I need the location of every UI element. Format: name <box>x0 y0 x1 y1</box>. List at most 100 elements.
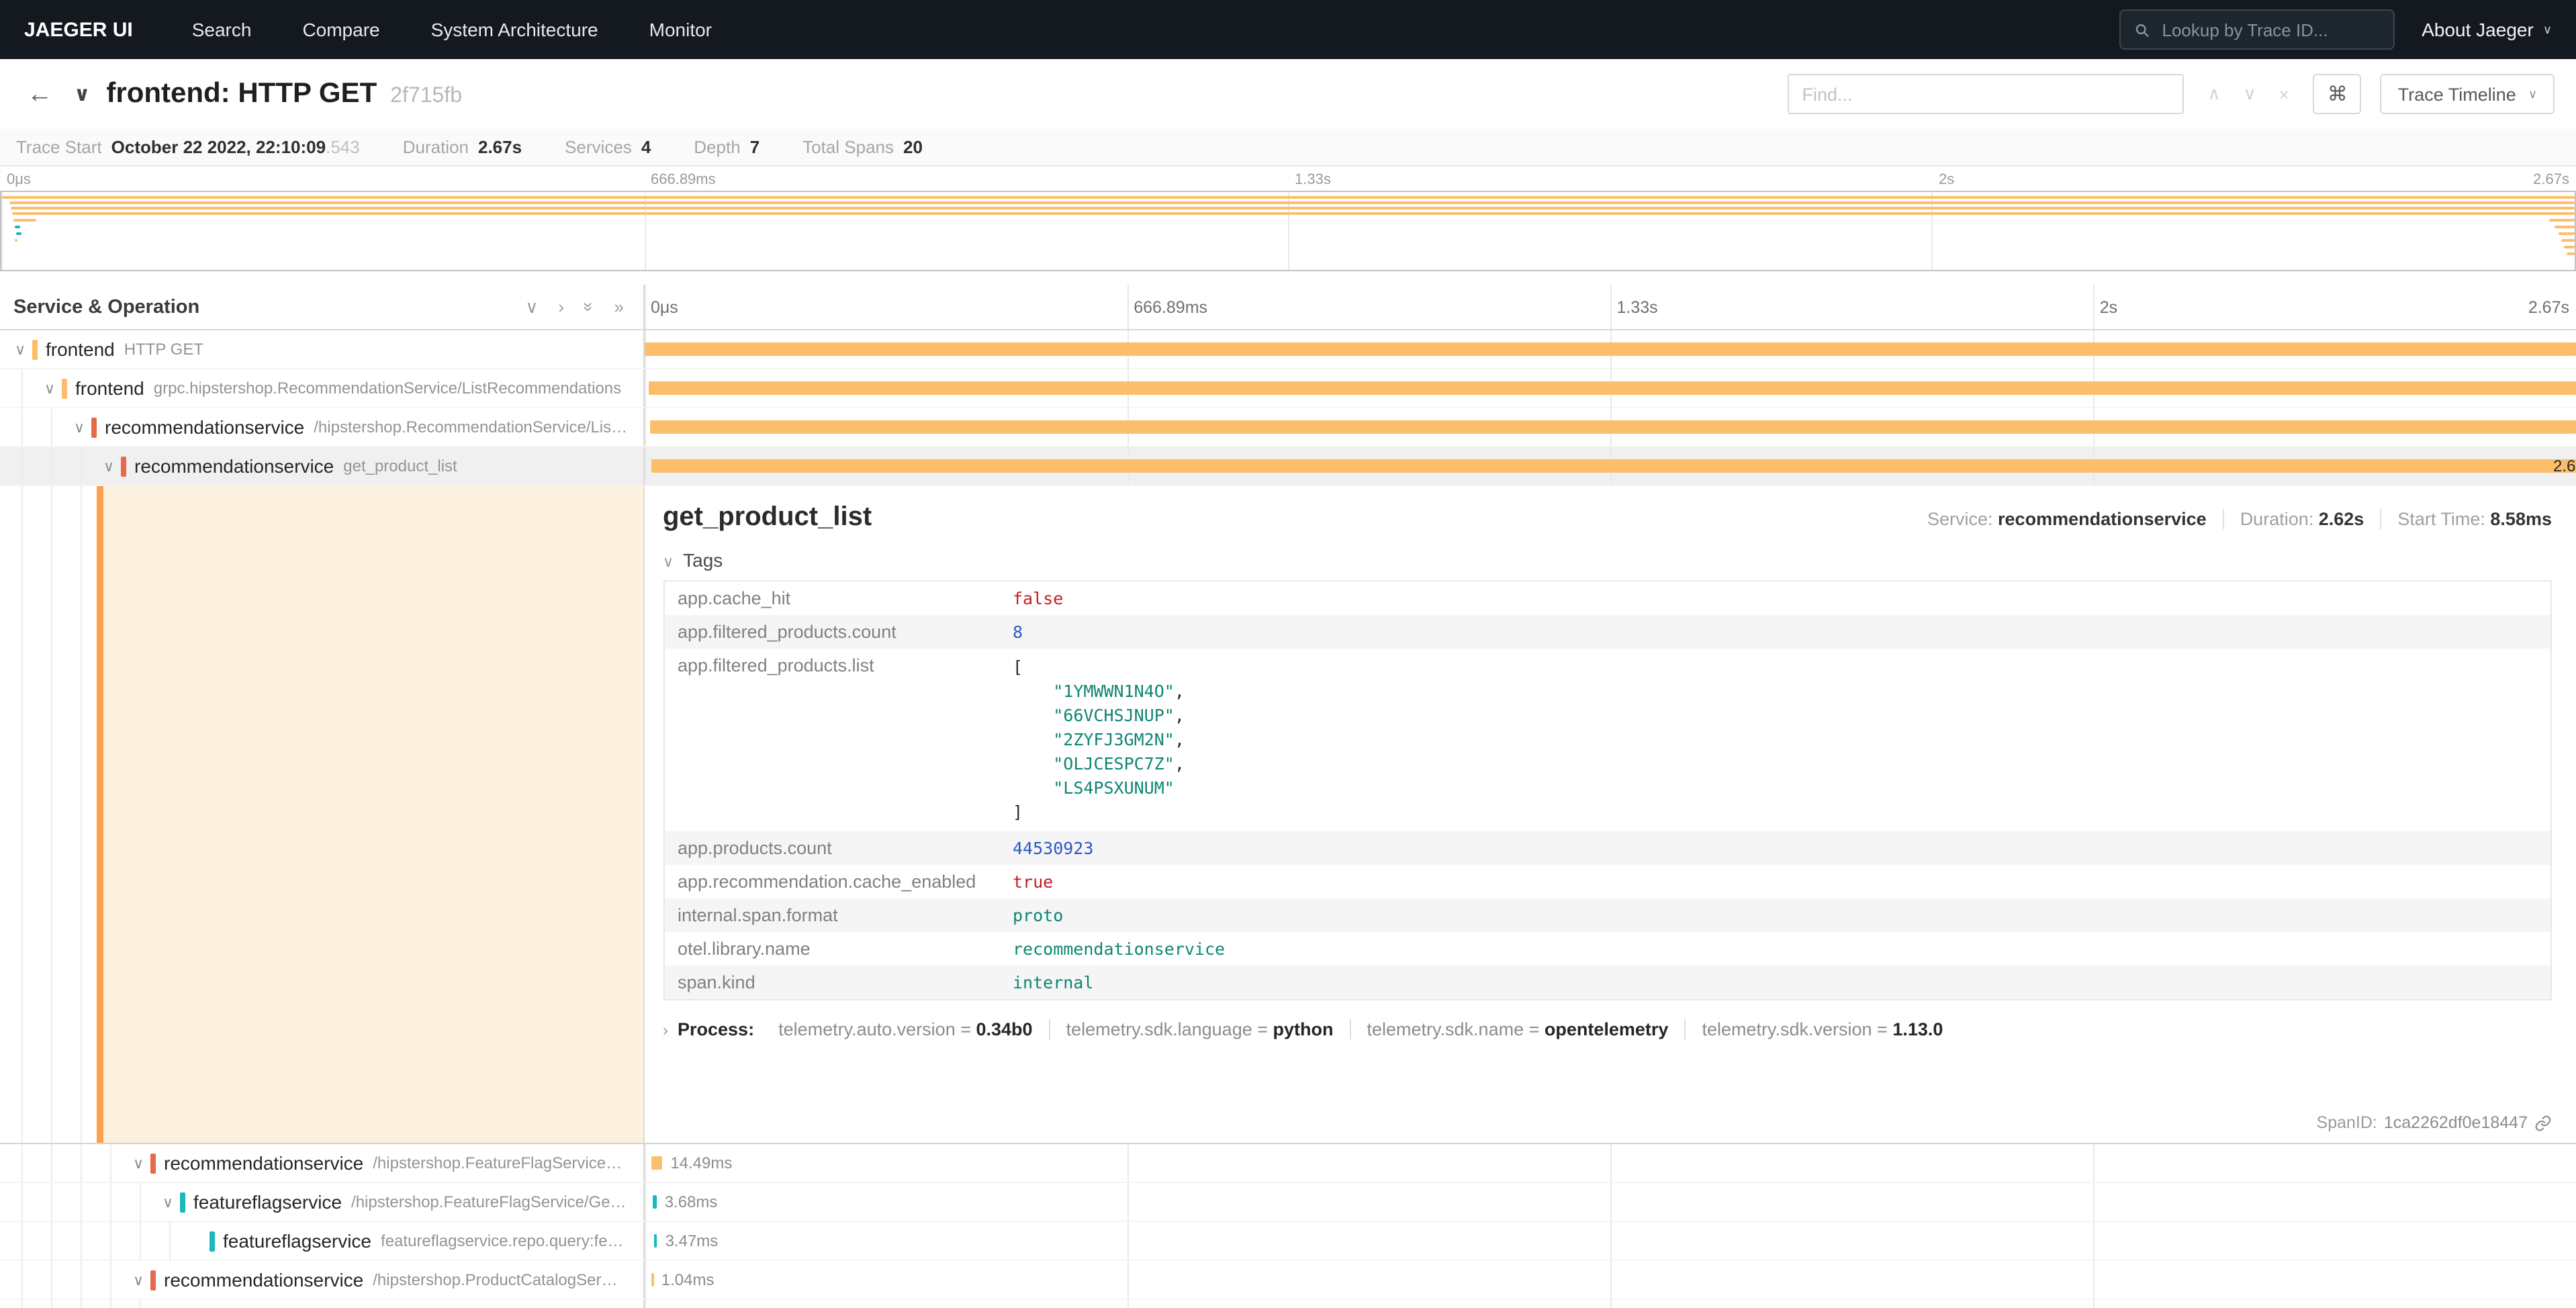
span-tree-cell[interactable]: featureflagservicefeatureflagservice.rep… <box>0 1222 644 1260</box>
tag-value: 8 <box>999 615 2551 649</box>
span-id-row: SpanID: 1ca2262df0e18447 <box>663 1103 2552 1132</box>
span-bar[interactable] <box>651 459 2576 473</box>
span-bar[interactable] <box>652 1156 663 1170</box>
find-input[interactable] <box>1788 74 2184 114</box>
span-toggle-icon[interactable]: ∨ <box>126 1271 150 1289</box>
span-toggle-icon[interactable]: ∨ <box>156 1193 180 1211</box>
service-name: recommendationservice <box>105 416 304 438</box>
span-tree-cell[interactable]: ∨featureflagservice/hipstershop.FeatureF… <box>0 1183 644 1221</box>
span-tree-cell[interactable]: ∨frontendHTTP GET <box>0 330 644 368</box>
span-timeline-cell[interactable] <box>644 369 2576 407</box>
keyboard-shortcuts-button[interactable]: ⌘ <box>2313 74 2362 114</box>
span-timeline-cell[interactable]: 2.62s <box>644 447 2576 485</box>
app-logo[interactable]: JAEGER UI <box>24 18 133 41</box>
minimap-span-bar <box>2565 246 2575 248</box>
collapse-all-icon[interactable]: » <box>614 297 624 317</box>
process-accordion-toggle[interactable]: ›Process:telemetry.auto.version = 0.34b0… <box>663 1019 2552 1039</box>
back-button[interactable]: ← <box>21 81 58 107</box>
service-name: recommendationservice <box>164 1269 363 1291</box>
span-bar[interactable] <box>652 1273 655 1287</box>
expand-all-icon[interactable]: » <box>579 302 599 312</box>
timeline-header: Service & Operation ∨›»» 0μs666.89ms1.33… <box>0 285 2576 330</box>
span-timeline-cell[interactable]: 1.04ms <box>644 1261 2576 1299</box>
tick-label: 0μs <box>7 172 31 188</box>
span-toggle-icon[interactable]: ∨ <box>38 379 62 397</box>
span-timeline-cell[interactable] <box>644 1300 2576 1308</box>
service-color-strip <box>62 378 67 398</box>
span-toggle-icon[interactable]: ∨ <box>126 1154 150 1172</box>
span-row[interactable]: ∨recommendationservice/hipstershop.Recom… <box>0 408 2576 447</box>
span-toggle-icon[interactable]: ∨ <box>67 418 91 436</box>
tag-row: app.products.count44530923 <box>663 831 2551 865</box>
copy-link-icon[interactable] <box>2534 1114 2552 1131</box>
service-color-strip <box>150 1270 156 1290</box>
nav-item-compare[interactable]: Compare <box>302 19 379 40</box>
trace-view-label: Trace Timeline <box>2398 84 2516 104</box>
span-tree-cell[interactable]: ∨frontendgrpc.hipstershop.Recommendation… <box>0 369 644 407</box>
trace-id-search-input[interactable] <box>2160 18 2381 41</box>
tags-accordion-toggle[interactable]: ∨Tags <box>663 549 2552 571</box>
tick-label: 2.67s <box>2528 297 2569 316</box>
span-tree-cell[interactable]: ∨recommendationserviceget_product_list <box>0 447 644 485</box>
span-row[interactable]: ∨frontendgrpc.hipstershop.Recommendation… <box>0 369 2576 408</box>
span-row[interactable] <box>0 1300 2576 1308</box>
span-toggle-icon[interactable]: ∨ <box>8 340 32 358</box>
service-color-strip <box>121 456 126 476</box>
tag-value: recommendationservice <box>999 932 2551 966</box>
span-row[interactable]: ∨recommendationservice/hipstershop.Produ… <box>0 1261 2576 1300</box>
span-timeline-cell[interactable]: 14.49ms <box>644 1144 2576 1182</box>
minimap-canvas[interactable] <box>0 191 2576 271</box>
span-tree-cell[interactable]: ∨ recommendationservice/hipstershop.Featu… <box>0 1144 644 1182</box>
span-tree-cell[interactable]: ∨recommendationservice/hipstershop.Produ… <box>0 1261 644 1299</box>
nav-item-search[interactable]: Search <box>192 19 252 40</box>
minimap-span-bar <box>11 212 2575 215</box>
collapse-header-icon[interactable]: ∨ <box>74 82 90 106</box>
span-bar[interactable] <box>650 420 2576 434</box>
span-timeline-cell[interactable]: 3.68ms <box>644 1183 2576 1221</box>
span-bar[interactable] <box>649 381 2576 395</box>
operation-name: /hipstershop.FeatureFlagService… <box>373 1154 622 1172</box>
tick-label: 2s <box>2100 297 2117 316</box>
operation-name: /hipstershop.FeatureFlagService/Ge… <box>351 1193 627 1211</box>
service-name: recommendationservice <box>164 1152 363 1174</box>
span-row[interactable]: featureflagservicefeatureflagservice.rep… <box>0 1222 2576 1261</box>
clear-find-icon[interactable]: × <box>2279 84 2289 104</box>
nav-item-monitor[interactable]: Monitor <box>649 19 712 40</box>
span-timeline-cell[interactable] <box>644 330 2576 368</box>
command-icon: ⌘ <box>2328 82 2348 106</box>
span-toggle-icon[interactable]: ∨ <box>97 457 121 475</box>
expand-one-icon[interactable]: ∨ <box>525 296 538 318</box>
span-row[interactable]: ∨featureflagservice/hipstershop.FeatureF… <box>0 1183 2576 1222</box>
nav-item-system-architecture[interactable]: System Architecture <box>431 19 598 40</box>
span-timeline-cell[interactable] <box>644 408 2576 446</box>
minimap-span-bar <box>2558 232 2575 235</box>
span-tree-cell[interactable] <box>0 1300 644 1308</box>
process-attr: telemetry.sdk.name = opentelemetry <box>1350 1019 1685 1039</box>
summary-depth: Depth7 <box>694 137 760 157</box>
trace-view-selector[interactable]: Trace Timeline ∨ <box>2381 74 2555 114</box>
next-result-icon[interactable]: ∨ <box>2244 83 2256 105</box>
prev-result-icon[interactable]: ∧ <box>2208 83 2221 105</box>
service-color-strip <box>150 1153 156 1173</box>
service-name: featureflagservice <box>223 1230 371 1252</box>
span-bar[interactable] <box>653 1195 657 1209</box>
span-row[interactable]: ∨frontendHTTP GET <box>0 330 2576 369</box>
minimap-span-bar <box>2562 239 2575 242</box>
span-bar[interactable] <box>644 342 2576 356</box>
span-tree-cell[interactable]: ∨recommendationservice/hipstershop.Recom… <box>0 408 644 446</box>
tick-label: 666.89ms <box>1134 297 1207 316</box>
trace-title-text: frontend: HTTP GET <box>106 78 377 110</box>
tick-label: 2.67s <box>2533 172 2569 188</box>
tick-label: 2s <box>1939 172 1954 188</box>
span-bar[interactable] <box>653 1234 657 1248</box>
tags-table: app.cache_hitfalseapp.filtered_products.… <box>663 580 2552 1000</box>
span-row[interactable]: ∨recommendationserviceget_product_list 2.… <box>0 447 2576 486</box>
span-timeline-cell[interactable]: 3.47ms <box>644 1222 2576 1260</box>
span-row[interactable]: ∨ recommendationservice/hipstershop.Featu… <box>0 1144 2576 1183</box>
span-duration-label: 2.62s <box>2553 457 2576 475</box>
nav-menu: Search Compare System Architecture Monitor <box>192 19 712 40</box>
minimap-span-bar <box>2549 219 2575 222</box>
collapse-one-icon[interactable]: › <box>558 297 564 317</box>
trace-id: 2f715fb <box>390 85 462 109</box>
about-jaeger-menu[interactable]: About Jaeger ∨ <box>2422 19 2552 40</box>
